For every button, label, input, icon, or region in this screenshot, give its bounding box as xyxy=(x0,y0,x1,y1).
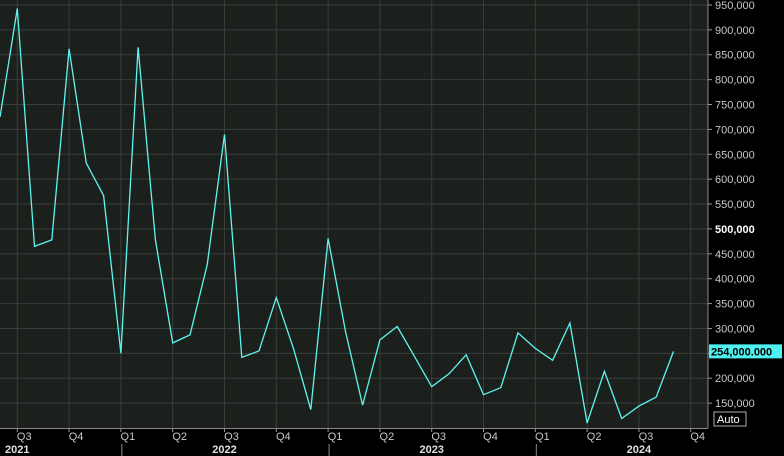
y-tick-label: 750,000 xyxy=(715,100,755,112)
y-tick-label: 700,000 xyxy=(715,124,755,136)
x-tick-label: Q3 xyxy=(17,431,32,443)
x-tick-label: Q4 xyxy=(690,431,705,443)
x-tick-label: Q3 xyxy=(431,431,446,443)
y-tick-label: 300,000 xyxy=(715,323,755,335)
line-chart: 150,000200,000250,000300,000350,000400,0… xyxy=(0,0,784,456)
y-tick-label: 500,000 xyxy=(715,224,755,236)
x-tick-label: Q4 xyxy=(69,431,84,443)
y-tick-label: 600,000 xyxy=(715,174,755,186)
y-tick-label: 350,000 xyxy=(715,299,755,311)
x-tick-label: Q2 xyxy=(172,431,187,443)
x-tick-label: Q1 xyxy=(328,431,343,443)
year-label: 2023 xyxy=(419,444,443,456)
y-tick-label: 550,000 xyxy=(715,199,755,211)
y-tick-label: 400,000 xyxy=(715,274,755,286)
year-label: 2021 xyxy=(5,444,29,456)
x-tick-label: Q4 xyxy=(483,431,498,443)
x-tick-label: Q4 xyxy=(276,431,291,443)
x-tick-label: Q1 xyxy=(121,431,136,443)
y-tick-label: 200,000 xyxy=(715,373,755,385)
x-tick-label: Q2 xyxy=(380,431,395,443)
x-tick-label: Q1 xyxy=(535,431,550,443)
y-tick-label: 850,000 xyxy=(715,50,755,62)
x-tick-label: Q2 xyxy=(587,431,602,443)
y-tick-label: 950,000 xyxy=(715,0,755,12)
y-tick-label: 650,000 xyxy=(715,149,755,161)
x-tick-label: Q3 xyxy=(224,431,239,443)
y-tick-label: 800,000 xyxy=(715,75,755,87)
year-label: 2024 xyxy=(627,444,652,456)
last-value-label: 254,000.000 xyxy=(711,346,772,358)
y-tick-label: 150,000 xyxy=(715,398,755,410)
year-label: 2022 xyxy=(212,444,236,456)
y-tick-label: 900,000 xyxy=(715,25,755,37)
y-tick-label: 450,000 xyxy=(715,249,755,261)
auto-scale-label: Auto xyxy=(717,414,740,426)
x-tick-label: Q3 xyxy=(639,431,654,443)
